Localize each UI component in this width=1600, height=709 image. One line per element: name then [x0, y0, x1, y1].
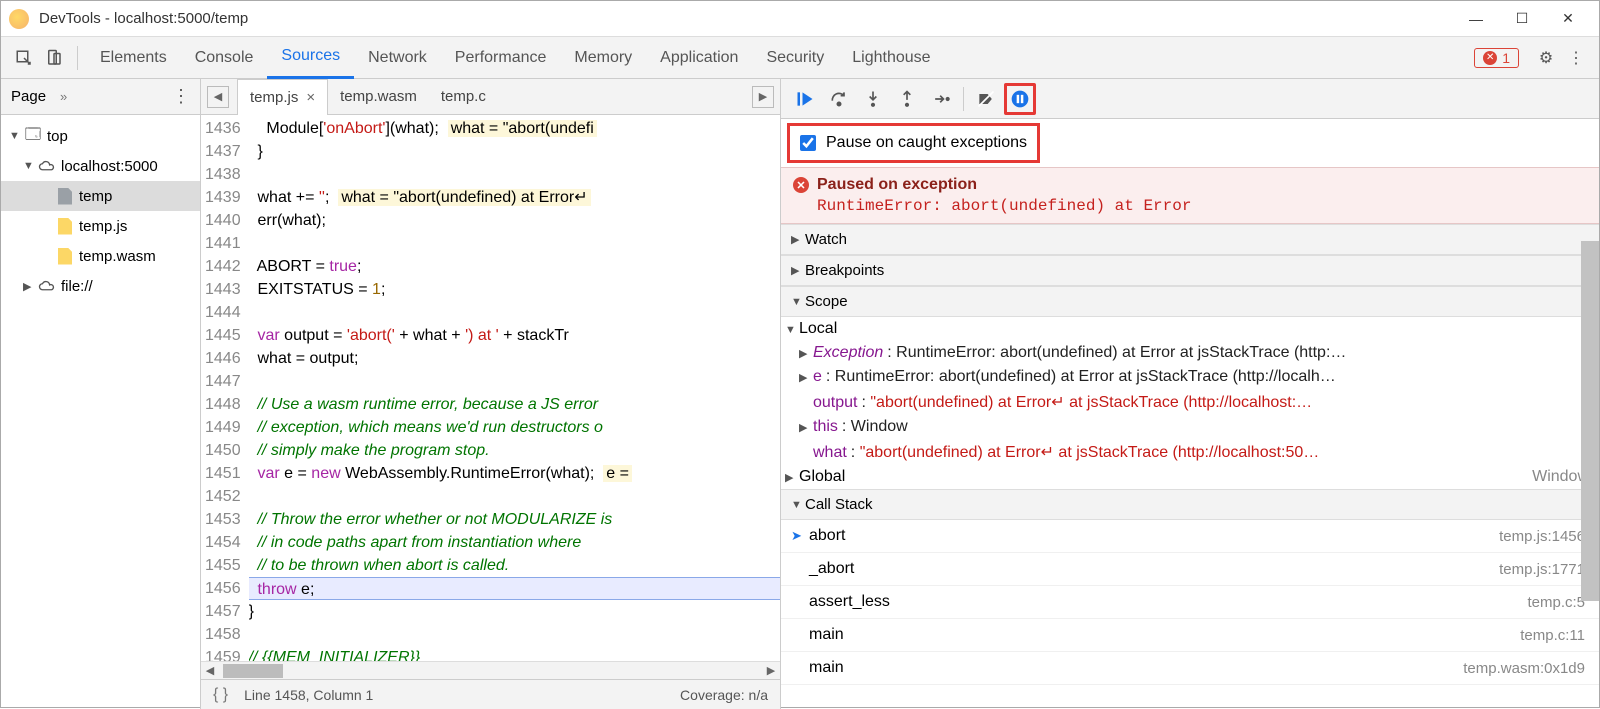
scope-local[interactable]: ▼Local [781, 317, 1599, 341]
section-scope[interactable]: ▼Scope [781, 286, 1599, 317]
scope-body: ▼Local ▶Exception: RuntimeError: abort(u… [781, 317, 1599, 489]
tree-file-scheme[interactable]: ▶file:// [1, 271, 200, 301]
scrollbar[interactable] [1581, 241, 1599, 601]
error-icon: ✕ [1483, 51, 1497, 65]
separator [77, 46, 78, 70]
tree-file-temp[interactable]: temp [1, 181, 200, 211]
editor-tab[interactable]: temp.c [429, 79, 498, 115]
section-watch[interactable]: ▶Watch [781, 224, 1599, 255]
more-icon[interactable]: ⋮ [172, 86, 190, 107]
exception-banner: ✕Paused on exception RuntimeError: abort… [781, 167, 1599, 224]
pause-exceptions-button[interactable] [1004, 83, 1036, 115]
scope-var[interactable]: output: "abort(undefined) at Error↵ at j… [781, 389, 1599, 415]
exception-message: RuntimeError: abort(undefined) at Error [793, 197, 1587, 215]
tab-memory[interactable]: Memory [560, 37, 646, 79]
file-tree: ▼🗔top ▼localhost:5000 temp temp.js temp.… [1, 115, 200, 307]
inspect-icon[interactable] [9, 43, 39, 73]
editor-tab[interactable]: temp.js× [237, 79, 328, 115]
section-breakpoints[interactable]: ▶Breakpoints [781, 255, 1599, 286]
titlebar: DevTools - localhost:5000/temp — ☐ ✕ [1, 1, 1599, 37]
tab-sources[interactable]: Sources [267, 37, 354, 79]
coverage-label: Coverage: n/a [680, 687, 768, 703]
tree-file-tempwasm[interactable]: temp.wasm [1, 241, 200, 271]
tab-network[interactable]: Network [354, 37, 441, 79]
tab-application[interactable]: Application [646, 37, 752, 79]
chevron-right-icon[interactable]: » [60, 89, 67, 104]
debugger-panel: Pause on caught exceptions ✕Paused on ex… [781, 79, 1599, 709]
code-editor[interactable]: 1436143714381439144014411442144314441445… [201, 115, 780, 661]
kebab-icon[interactable]: ⋮ [1561, 43, 1591, 73]
editor-statusbar: { } Line 1458, Column 1 Coverage: n/a [201, 679, 780, 709]
deactivate-breakpoints-button[interactable] [970, 83, 1002, 115]
tab-performance[interactable]: Performance [441, 37, 561, 79]
page-header: Page » ⋮ [1, 79, 200, 115]
close-button[interactable]: ✕ [1545, 3, 1591, 35]
maximize-button[interactable]: ☐ [1499, 3, 1545, 35]
nav-play-icon[interactable]: ▶ [752, 86, 774, 108]
tree-file-tempjs[interactable]: temp.js [1, 211, 200, 241]
pause-caught-checkbox[interactable] [800, 135, 816, 151]
devtools-icon [9, 9, 29, 29]
tab-console[interactable]: Console [181, 37, 268, 79]
exception-icon: ✕ [793, 177, 809, 193]
callstack-frame[interactable]: maintemp.wasm:0x1d9 [781, 652, 1599, 685]
editor-panel: ◀ temp.js×temp.wasmtemp.c ▶ 143614371438… [201, 79, 781, 709]
tab-security[interactable]: Security [752, 37, 838, 79]
cursor-position: Line 1458, Column 1 [244, 687, 373, 703]
editor-tab[interactable]: temp.wasm [328, 79, 429, 115]
navigator-panel: Page » ⋮ ▼🗔top ▼localhost:5000 temp temp… [1, 79, 201, 709]
step-out-button[interactable] [891, 83, 923, 115]
scope-var[interactable]: ▶Exception: RuntimeError: abort(undefine… [781, 341, 1599, 365]
tree-host[interactable]: ▼localhost:5000 [1, 151, 200, 181]
scope-var[interactable]: ▶e: RuntimeError: abort(undefined) at Er… [781, 365, 1599, 389]
resume-button[interactable] [789, 83, 821, 115]
scope-global[interactable]: ▶GlobalWindow [781, 465, 1599, 489]
error-count-pill[interactable]: ✕1 [1474, 48, 1519, 68]
step-button[interactable] [925, 83, 957, 115]
tab-elements[interactable]: Elements [86, 37, 181, 79]
step-over-button[interactable] [823, 83, 855, 115]
devtools-tabs: ElementsConsoleSourcesNetworkPerformance… [1, 37, 1599, 79]
minimize-button[interactable]: — [1453, 3, 1499, 35]
editor-tabs: ◀ temp.js×temp.wasmtemp.c ▶ [201, 79, 780, 115]
scope-var[interactable]: what: "abort(undefined) at Error↵ at jsS… [781, 439, 1599, 465]
callstack-frame[interactable]: assert_lesstemp.c:5 [781, 586, 1599, 619]
nav-back-icon[interactable]: ◀ [207, 86, 229, 108]
section-callstack[interactable]: ▼Call Stack [781, 489, 1599, 520]
window-title: DevTools - localhost:5000/temp [39, 10, 1453, 27]
scope-var[interactable]: ▶this: Window [781, 415, 1599, 439]
callstack-frame[interactable]: ➤aborttemp.js:1456 [781, 520, 1599, 553]
callstack-frame[interactable]: maintemp.c:11 [781, 619, 1599, 652]
device-icon[interactable] [39, 43, 69, 73]
callstack-frame[interactable]: _aborttemp.js:1771 [781, 553, 1599, 586]
step-into-button[interactable] [857, 83, 889, 115]
close-tab-icon[interactable]: × [306, 89, 315, 106]
debugger-toolbar [781, 79, 1599, 119]
callstack-body: ➤aborttemp.js:1456_aborttemp.js:1771asse… [781, 520, 1599, 685]
tab-lighthouse[interactable]: Lighthouse [838, 37, 944, 79]
editor-hscroll[interactable]: ◀▶ [201, 661, 780, 679]
pause-caught-checkbox-row[interactable]: Pause on caught exceptions [787, 123, 1040, 163]
pretty-print-icon[interactable]: { } [213, 686, 228, 704]
gear-icon[interactable]: ⚙ [1531, 43, 1561, 73]
tree-top[interactable]: ▼🗔top [1, 121, 200, 151]
